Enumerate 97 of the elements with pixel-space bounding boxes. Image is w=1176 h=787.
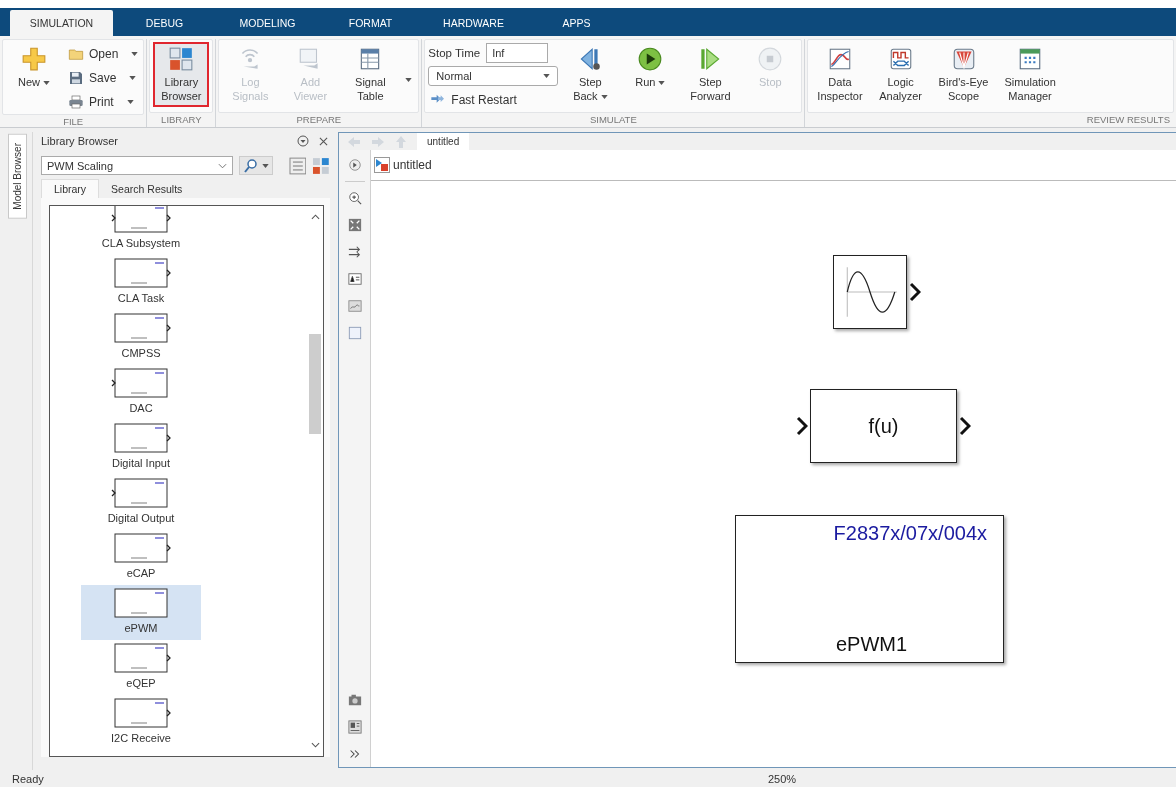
block-thumbnail-icon: [111, 312, 171, 344]
grid-view-icon[interactable]: [312, 156, 330, 175]
caret-icon: [129, 75, 137, 80]
field-label: Stop Time: [428, 47, 481, 59]
status-message: Ready: [11, 772, 45, 785]
caret-icon: [543, 74, 551, 78]
library-item[interactable]: CLA Subsystem: [81, 206, 201, 255]
library-item[interactable]: eQEP: [81, 640, 201, 695]
section-label: REVIEW RESULTS: [1085, 113, 1171, 127]
search-icon: [242, 157, 259, 174]
model-icon: [374, 157, 390, 173]
ribbon-tab[interactable]: APPS: [525, 10, 628, 36]
block-thumbnail-icon: [111, 697, 171, 729]
ribbon-tab[interactable]: HARDWARE: [422, 10, 525, 36]
breadcrumb[interactable]: untitled: [374, 157, 432, 173]
caret-icon: [131, 51, 139, 56]
ribbon-button[interactable]: Save: [66, 67, 141, 88]
ribbon-button[interactable]: Library Browser: [153, 42, 210, 107]
zoom-level: 250%: [766, 772, 797, 785]
ribbon-button[interactable]: Signal Table: [342, 42, 399, 107]
plus-icon: [21, 46, 47, 72]
editor-tab[interactable]: untitled: [417, 133, 470, 150]
ribbon-button[interactable]: Print: [66, 91, 141, 112]
diagram-block[interactable]: [833, 255, 907, 329]
block-thumbnail-icon: [111, 532, 171, 564]
library-item[interactable]: DAC: [81, 365, 201, 420]
camera-icon[interactable]: [347, 693, 362, 707]
mode-dropdown[interactable]: Normal: [428, 66, 559, 86]
block-thumbnail-icon: [111, 477, 171, 509]
ribbon-button[interactable]: Run: [622, 42, 679, 93]
block-thumbnail-icon: [111, 257, 171, 289]
printer-icon: [68, 93, 84, 110]
library-item[interactable]: CMPSS: [81, 310, 201, 365]
ribbon-button[interactable]: Bird's-Eye Scope: [932, 42, 995, 107]
report-icon[interactable]: [347, 720, 362, 734]
chevron-up-icon: [310, 214, 320, 220]
ribbon-tab[interactable]: MODELING: [216, 10, 319, 36]
section-label: LIBRARY: [160, 113, 203, 127]
caret-icon: [658, 81, 666, 86]
caret-icon: [126, 99, 134, 104]
block-label: ePWM1: [835, 633, 908, 656]
caret-icon: [43, 81, 50, 86]
ribbon-button[interactable]: Step Forward: [682, 42, 739, 107]
library-item[interactable]: Digital Output: [81, 475, 201, 530]
library-grid-icon: [168, 46, 195, 72]
diagram-block[interactable]: f(u): [810, 389, 957, 463]
ribbon-button[interactable]: Logic Analyzer: [872, 42, 929, 107]
panel-tab[interactable]: Library: [41, 179, 100, 198]
ribbon-button[interactable]: New: [6, 42, 62, 93]
block-thumbnail-icon: [111, 367, 171, 399]
play-icon: [637, 46, 664, 72]
library-item[interactable]: eCAP: [81, 530, 201, 585]
block-thumbnail-icon: [111, 587, 171, 619]
hide-show-icon[interactable]: [347, 158, 362, 172]
chevron-down-icon: [217, 162, 227, 169]
image-icon[interactable]: [347, 299, 362, 313]
fit-view-icon[interactable]: [347, 218, 362, 232]
ribbon-button[interactable]: Data Inspector: [811, 42, 869, 107]
dropdown-circle-icon[interactable]: [297, 135, 309, 147]
ribbon-button[interactable]: Fast Restart: [428, 89, 559, 110]
ribbon-tab[interactable]: SIMULATION: [10, 10, 113, 36]
stop-icon: [757, 46, 784, 72]
library-item[interactable]: I2C Receive: [81, 695, 201, 750]
list-view-icon[interactable]: [288, 156, 307, 175]
ribbon-button[interactable]: Step Back: [562, 42, 619, 107]
block-thumbnail-icon: [111, 422, 171, 454]
library-item[interactable]: Digital Input: [81, 420, 201, 475]
section-label: SIMULATE: [588, 113, 638, 127]
section-label: PREPARE: [295, 113, 343, 127]
scroll-thumb[interactable]: [309, 334, 321, 434]
annotation-icon[interactable]: [347, 272, 362, 286]
block-label: f(u): [868, 414, 899, 438]
save-icon: [68, 69, 84, 86]
ribbon-button[interactable]: Open: [66, 43, 141, 64]
block-header: F2837x/07x/004x: [833, 522, 987, 545]
text-field[interactable]: Inf: [486, 43, 549, 63]
panel-title: Library Browser: [41, 135, 119, 147]
line-chart-icon: [827, 46, 853, 72]
diagram-block[interactable]: F2837x/07x/004x ePWM1: [735, 515, 1004, 663]
zoom-in-icon[interactable]: [347, 191, 362, 205]
chevron-down-icon: [310, 742, 320, 748]
library-item[interactable]: ePWM: [81, 585, 201, 640]
search-combo[interactable]: PWM Scaling: [41, 156, 233, 175]
section-label: FILE: [62, 115, 85, 129]
search-button[interactable]: [238, 156, 273, 175]
caret-icon: [261, 163, 269, 168]
arrows-icon[interactable]: [347, 245, 362, 259]
library-item[interactable]: CLA Task: [81, 255, 201, 310]
ribbon-tab[interactable]: FORMAT: [319, 10, 422, 36]
ribbon-button[interactable]: Simulation Manager: [998, 42, 1062, 107]
close-icon[interactable]: [319, 136, 328, 146]
block-thumbnail-icon: [111, 642, 171, 674]
caret-icon: [405, 78, 413, 82]
panel-tab[interactable]: Search Results: [99, 179, 195, 198]
ribbon-tab[interactable]: DEBUG: [113, 10, 216, 36]
side-tab[interactable]: Model Browser: [8, 134, 27, 219]
caret-icon: [600, 95, 608, 100]
